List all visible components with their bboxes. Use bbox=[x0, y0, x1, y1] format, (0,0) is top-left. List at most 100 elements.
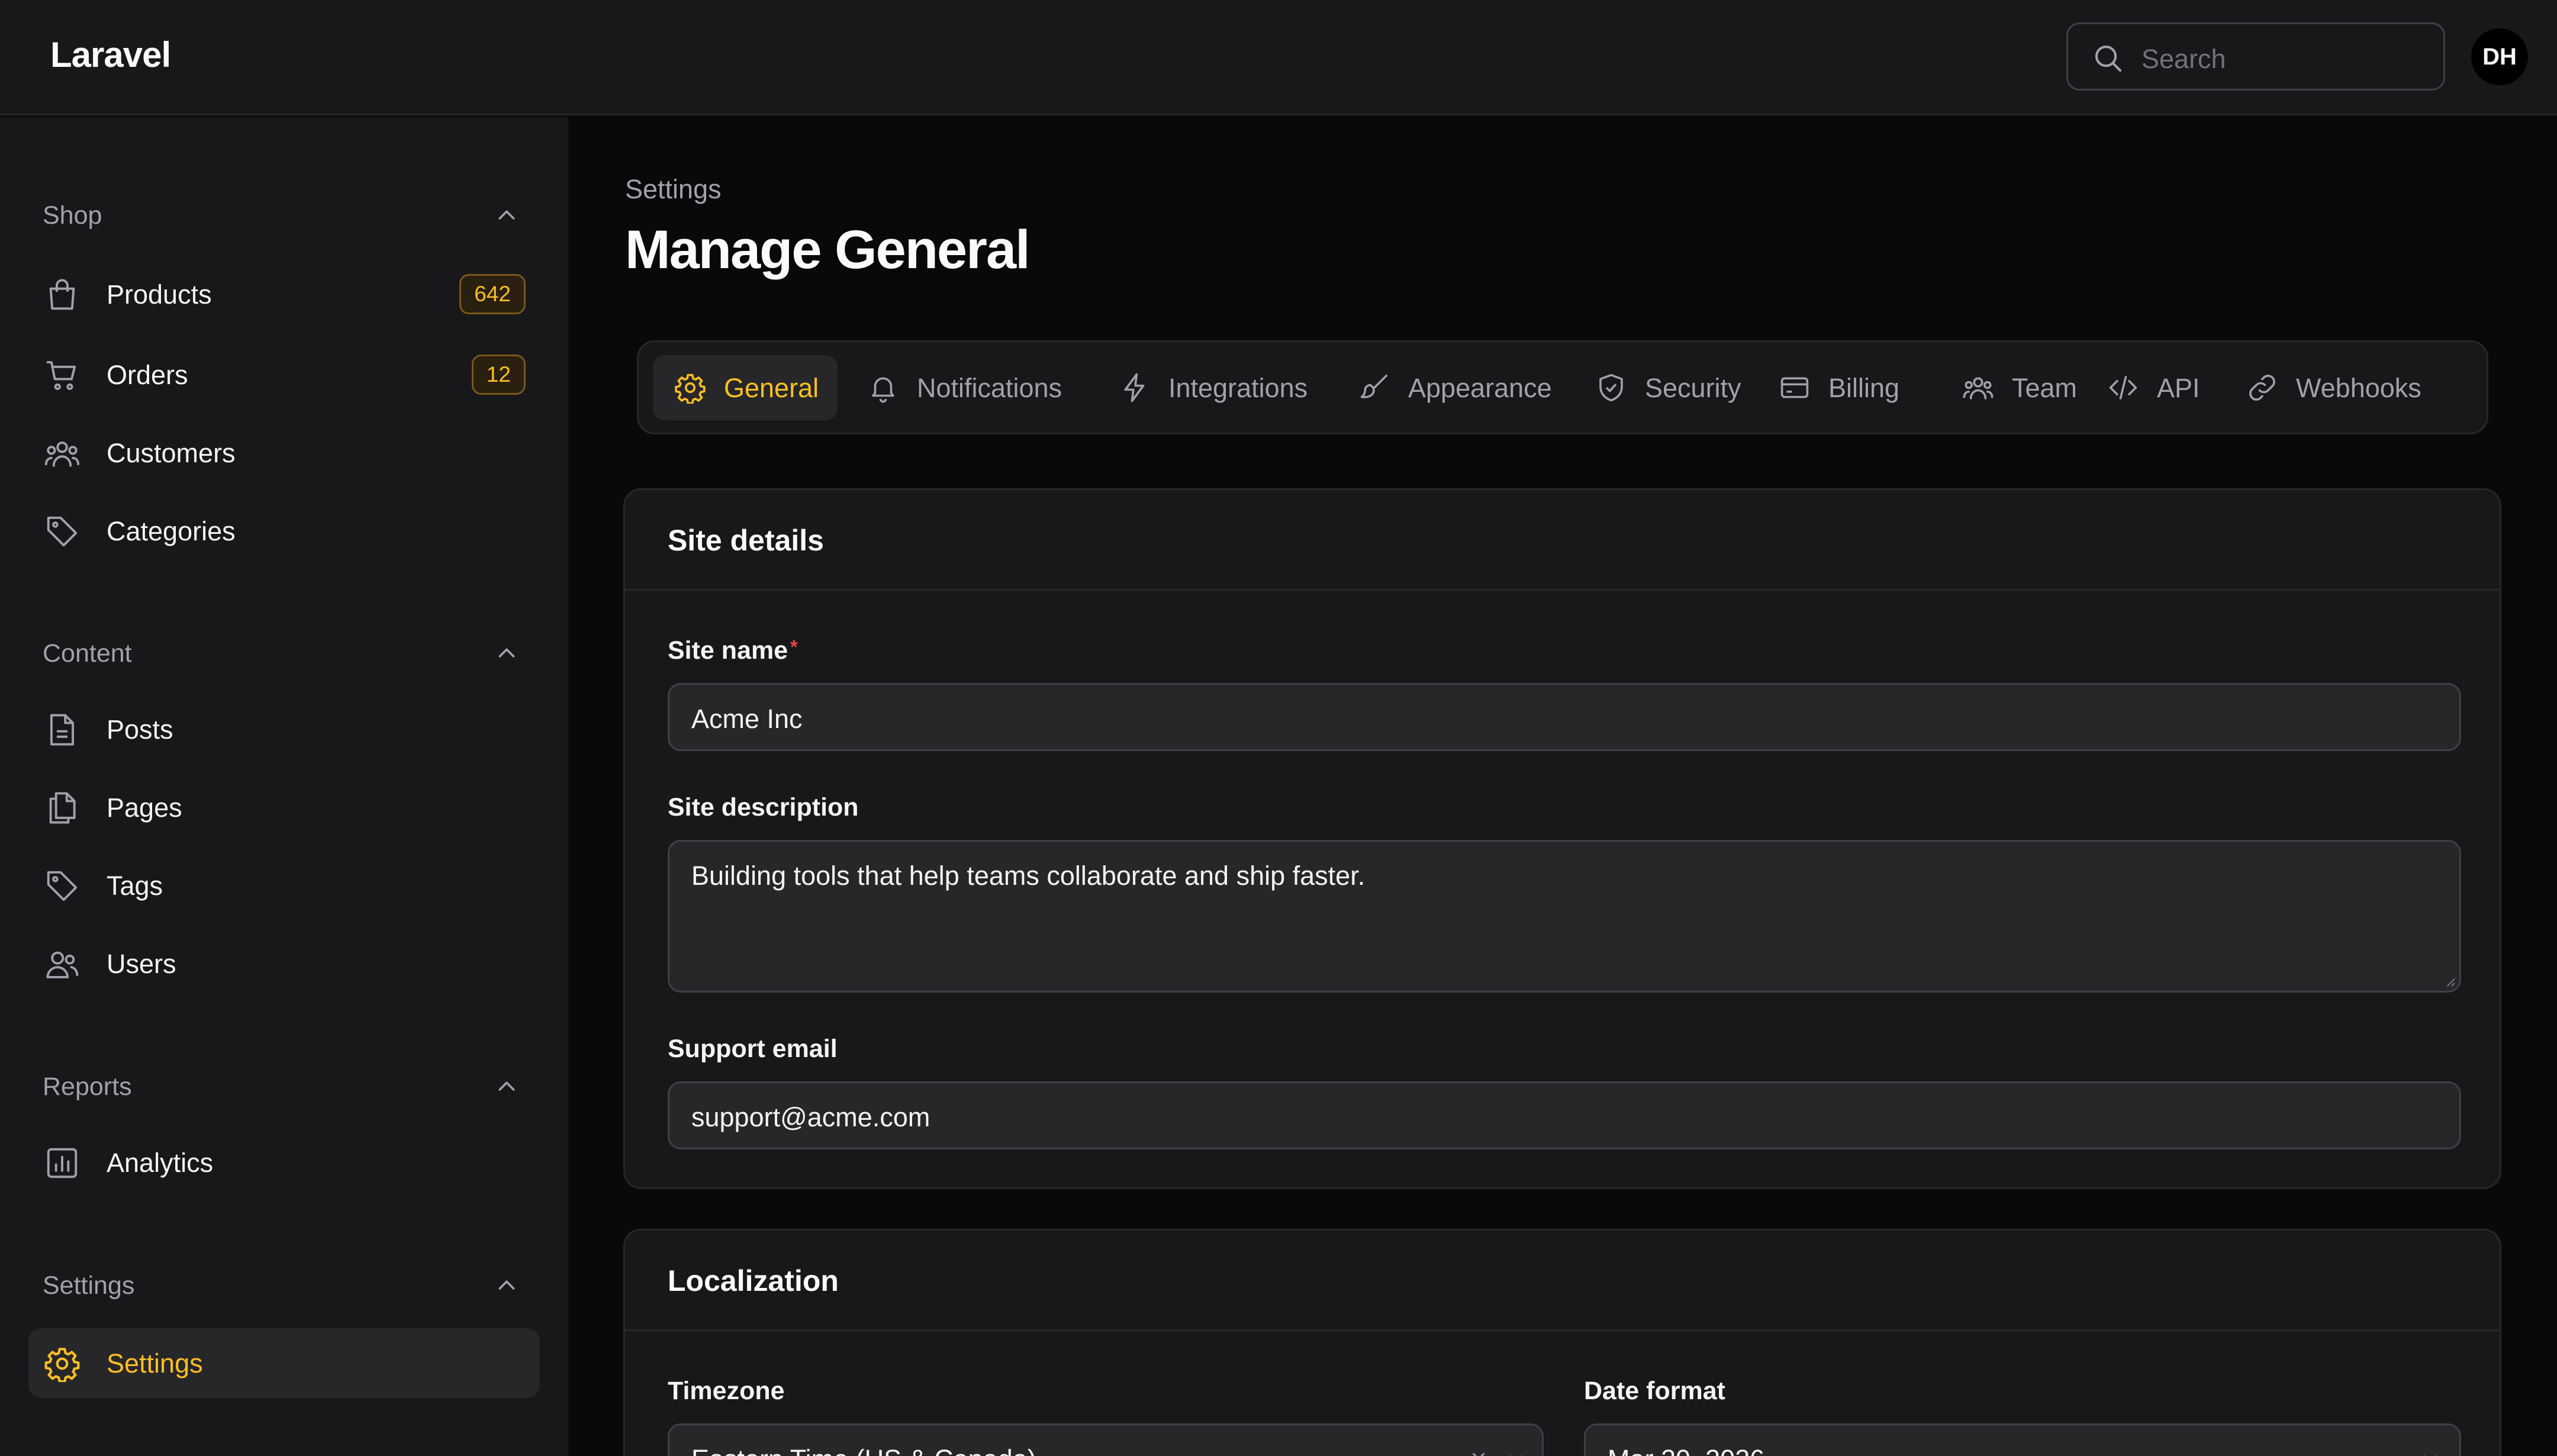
brand-logo[interactable]: Laravel bbox=[50, 34, 171, 75]
chevron-up-icon[interactable] bbox=[495, 204, 519, 227]
avatar[interactable]: DH bbox=[2471, 28, 2528, 85]
sidebar-group-shop[interactable]: Shop bbox=[43, 201, 102, 230]
sidebar-item-label: Tags bbox=[107, 871, 163, 901]
tab-label: Team bbox=[2012, 373, 2078, 403]
tag-icon bbox=[47, 516, 78, 547]
card-title: Site details bbox=[668, 524, 824, 557]
divider bbox=[625, 1329, 2500, 1331]
sidebar-item-label: Pages bbox=[107, 793, 182, 823]
sidebar-item-label: Analytics bbox=[107, 1148, 214, 1178]
site-name-label: Site name * bbox=[668, 636, 798, 665]
tab-appearance[interactable]: Appearance bbox=[1337, 355, 1562, 420]
sidebar-item-label: Orders bbox=[107, 360, 188, 390]
tab-label: Webhooks bbox=[2296, 373, 2421, 403]
documents-icon bbox=[49, 792, 76, 824]
sidebar-group-content[interactable]: Content bbox=[43, 639, 132, 668]
paint-brush-icon bbox=[1360, 374, 1388, 398]
sidebar-item-products[interactable]: Products 642 bbox=[28, 259, 540, 329]
search-input[interactable]: Search bbox=[2066, 22, 2445, 91]
sidebar-item-categories[interactable]: Categories bbox=[28, 496, 540, 566]
breadcrumb[interactable]: Settings bbox=[625, 174, 722, 205]
divider bbox=[625, 589, 2500, 591]
sidebar-item-label: Customers bbox=[107, 438, 236, 468]
search-placeholder: Search bbox=[2141, 44, 2226, 74]
support-email-label: Support email bbox=[668, 1035, 838, 1063]
link-icon bbox=[2249, 375, 2275, 401]
count-badge: 12 bbox=[471, 355, 526, 395]
user-group-icon bbox=[44, 441, 80, 467]
tab-label: Security bbox=[1645, 373, 1741, 403]
sidebar-item-settings[interactable]: Settings bbox=[28, 1328, 540, 1398]
clear-icon[interactable] bbox=[1468, 1449, 1489, 1456]
chevron-down-icon[interactable] bbox=[2420, 1449, 2440, 1456]
sidebar-item-users[interactable]: Users bbox=[28, 929, 540, 998]
site-description-textarea[interactable]: Building tools that help teams collabora… bbox=[668, 840, 2461, 993]
sidebar-item-label: Categories bbox=[107, 516, 236, 546]
chart-bar-icon bbox=[47, 1148, 78, 1178]
date-format-select[interactable]: Mar 20, 2026 bbox=[1584, 1423, 2461, 1456]
timezone-label: Timezone bbox=[668, 1377, 785, 1405]
search-icon bbox=[2095, 45, 2122, 72]
sidebar-item-pages[interactable]: Pages bbox=[28, 772, 540, 842]
shopping-bag-icon bbox=[49, 279, 75, 310]
shopping-cart-icon bbox=[46, 361, 76, 390]
tag-icon bbox=[47, 871, 78, 901]
localization-card: Localization Timezone Eastern Time (US &… bbox=[623, 1229, 2501, 1456]
site-name-input[interactable]: Acme Inc bbox=[668, 683, 2461, 751]
shield-check-icon bbox=[1599, 373, 1623, 402]
tab-webhooks[interactable]: Webhooks bbox=[2225, 355, 2468, 420]
code-icon bbox=[2109, 376, 2137, 400]
site-description-label: Site description bbox=[668, 793, 859, 822]
tab-label: Appearance bbox=[1408, 373, 1552, 403]
bolt-icon bbox=[1124, 373, 1145, 402]
timezone-select[interactable]: Eastern Time (US & Canada) bbox=[668, 1423, 1544, 1456]
gear-icon bbox=[675, 373, 706, 404]
select-value: Eastern Time (US & Canada) bbox=[691, 1444, 1036, 1456]
page-title: Manage General bbox=[625, 220, 1030, 280]
sidebar-item-customers[interactable]: Customers bbox=[28, 418, 540, 488]
gear-icon bbox=[44, 1348, 80, 1382]
sidebar-group-reports[interactable]: Reports bbox=[43, 1072, 132, 1101]
select-value: Mar 20, 2026 bbox=[1608, 1444, 1764, 1456]
sidebar: Shop Products 642 Orders 12 Customers Ca… bbox=[0, 117, 568, 1456]
tab-security[interactable]: Security bbox=[1574, 355, 1751, 420]
chevron-up-icon[interactable] bbox=[495, 1274, 519, 1297]
tab-label: Notifications bbox=[917, 373, 1062, 403]
tab-integrations[interactable]: Integrations bbox=[1097, 355, 1328, 420]
tab-label: Integrations bbox=[1168, 373, 1308, 403]
input-value: Acme Inc bbox=[691, 704, 803, 734]
bell-icon bbox=[872, 377, 894, 403]
sidebar-group-settings[interactable]: Settings bbox=[43, 1271, 134, 1300]
resize-handle-icon[interactable] bbox=[2445, 977, 2456, 987]
chevron-up-icon[interactable] bbox=[495, 1075, 519, 1099]
date-format-label: Date format bbox=[1584, 1377, 1725, 1405]
tab-billing[interactable]: Billing bbox=[1757, 355, 1917, 420]
chevron-up-icon[interactable] bbox=[495, 642, 519, 665]
settings-tabs: General Notifications Integrations Appea… bbox=[637, 340, 2488, 434]
input-value: support@acme.com bbox=[691, 1102, 930, 1132]
required-mark: * bbox=[790, 636, 798, 658]
sidebar-item-tags[interactable]: Tags bbox=[28, 851, 540, 920]
sidebar-item-label: Products bbox=[107, 279, 212, 310]
tab-team[interactable]: Team bbox=[1941, 355, 2089, 420]
tab-general[interactable]: General bbox=[653, 355, 838, 420]
users-icon bbox=[46, 951, 79, 978]
tab-api[interactable]: API bbox=[2086, 355, 2210, 420]
site-details-card: Site details Site name * Acme Inc Site de… bbox=[623, 488, 2501, 1189]
sidebar-item-orders[interactable]: Orders 12 bbox=[28, 340, 540, 410]
chevron-down-icon[interactable] bbox=[1506, 1449, 1526, 1456]
support-email-input[interactable]: support@acme.com bbox=[668, 1081, 2461, 1149]
tab-notifications[interactable]: Notifications bbox=[846, 355, 1089, 420]
tab-label: API bbox=[2157, 373, 2200, 403]
sidebar-item-label: Users bbox=[107, 949, 176, 979]
user-group-icon bbox=[1963, 377, 1994, 400]
card-title: Localization bbox=[668, 1264, 839, 1297]
top-bar: Laravel Search DH bbox=[0, 0, 2557, 115]
sidebar-item-analytics[interactable]: Analytics bbox=[28, 1128, 540, 1197]
sidebar-item-posts[interactable]: Posts bbox=[28, 694, 540, 764]
credit-card-icon bbox=[1780, 377, 1809, 398]
count-badge: 642 bbox=[459, 274, 526, 314]
tab-label: General bbox=[724, 373, 819, 403]
label-text: Site name bbox=[668, 636, 788, 665]
sidebar-item-label: Settings bbox=[107, 1348, 203, 1378]
